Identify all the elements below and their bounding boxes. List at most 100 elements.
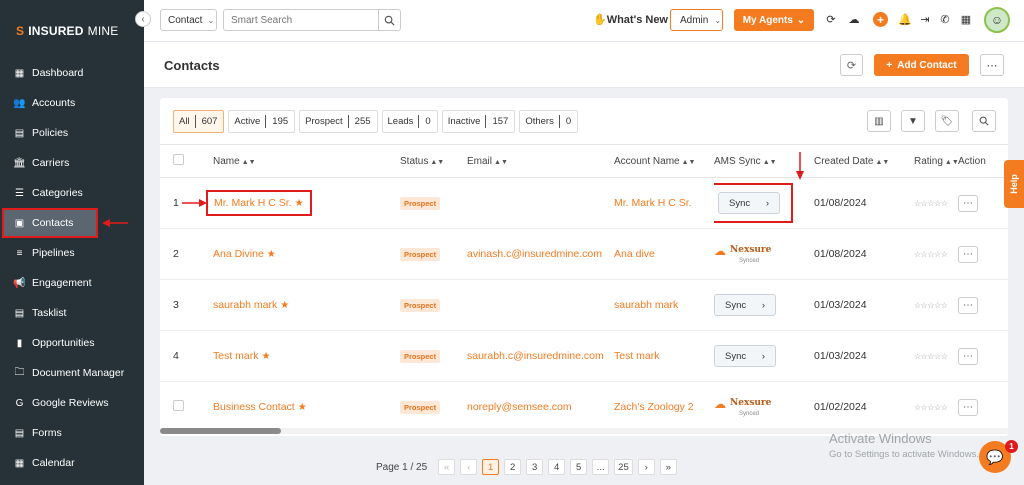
row-actions-button[interactable]: ⋯: [958, 296, 978, 314]
rating-stars[interactable]: ☆☆☆☆☆: [914, 199, 948, 208]
sidebar-item-dashboard[interactable]: ▦ Dashboard: [0, 58, 144, 88]
collapse-sidebar-button[interactable]: ‹: [135, 11, 151, 27]
filter-leads[interactable]: Leads 0: [381, 110, 438, 133]
account-name-link[interactable]: Ana dive: [614, 248, 655, 260]
page-ellipsis[interactable]: ...: [592, 459, 610, 475]
contact-name-link[interactable]: Mr. Mark H C Sr.: [214, 197, 292, 209]
logout-icon[interactable]: ⇥: [918, 13, 932, 26]
contact-name-link[interactable]: Ana Divine: [213, 248, 264, 260]
filter-all[interactable]: All 607: [173, 110, 225, 133]
star-icon[interactable]: ★: [262, 351, 271, 362]
row-actions-button[interactable]: ⋯: [958, 194, 978, 212]
sidebar-item-tasklist[interactable]: ▤ Tasklist: [0, 298, 144, 328]
table-row[interactable]: 1 Mr. Mark H C Sr. ★ Prospect Mr. Mark H C S…: [160, 177, 1008, 229]
page-button-2[interactable]: 2: [504, 459, 522, 475]
page-button-5[interactable]: 5: [570, 459, 588, 475]
sidebar-item-accounts[interactable]: 👥 Accounts: [0, 88, 144, 118]
scrollbar-thumb[interactable]: [160, 428, 281, 434]
quick-add-icon[interactable]: +: [873, 12, 888, 27]
sync-button[interactable]: Sync ›: [718, 192, 780, 214]
page-button-1[interactable]: 1: [482, 459, 500, 475]
email-column-header[interactable]: Email ▲▼: [467, 144, 614, 178]
page-button-3[interactable]: 3: [526, 459, 544, 475]
refresh-icon[interactable]: ⟳: [824, 13, 838, 26]
role-select[interactable]: Admin ⌄: [670, 9, 723, 31]
sidebar-item-categories[interactable]: ☰ Categories: [0, 178, 144, 208]
row-actions-button[interactable]: ⋯: [958, 347, 978, 365]
phone-icon[interactable]: ✆: [938, 13, 952, 26]
rating-stars[interactable]: ☆☆☆☆☆: [914, 301, 948, 310]
contact-name-link[interactable]: saurabh mark: [213, 299, 277, 311]
sidebar-item-opportunities[interactable]: ▮ Opportunities: [0, 328, 144, 358]
filter-prospect[interactable]: Prospect 255: [299, 110, 378, 133]
table-row[interactable]: 3 saurabh mark ★ Prospect saurabh mark Sync › 0…: [160, 279, 1008, 331]
rating-stars[interactable]: ☆☆☆☆☆: [914, 403, 948, 412]
star-icon[interactable]: ★: [280, 300, 289, 311]
star-icon[interactable]: ★: [298, 402, 307, 413]
first-page-button[interactable]: «: [438, 459, 456, 475]
more-options-button[interactable]: ⋯: [980, 54, 1004, 76]
account-name-link[interactable]: saurabh mark: [614, 299, 678, 311]
calculator-icon[interactable]: ▦: [959, 13, 973, 26]
page-button-25[interactable]: 25: [614, 459, 633, 475]
bell-icon[interactable]: 🔔: [898, 13, 912, 26]
refresh-list-button[interactable]: ⟳: [840, 54, 863, 76]
sidebar-item-engagement[interactable]: 📢 Engagement: [0, 268, 144, 298]
contact-name-link[interactable]: Business Contact: [213, 401, 295, 413]
rating-column-header[interactable]: Rating ▲▼: [914, 144, 959, 178]
email-link[interactable]: noreply@semsee.com: [467, 401, 572, 413]
sidebar-item-carriers[interactable]: 🏛 Carriers: [0, 148, 144, 178]
row-actions-button[interactable]: ⋯: [958, 398, 978, 416]
sidebar-item-forms[interactable]: ▤ Forms: [0, 418, 144, 448]
my-agents-button[interactable]: My Agents ⌄: [734, 9, 814, 31]
select-all-checkbox[interactable]: [173, 154, 184, 165]
created-date-column-header[interactable]: Created Date ▲▼: [814, 144, 914, 178]
account-name-link[interactable]: Mr. Mark H C Sr.: [614, 197, 692, 209]
help-tab[interactable]: Help: [1004, 160, 1024, 208]
sidebar-item-calendar[interactable]: ▦ Calendar: [0, 448, 144, 478]
ams-sync-column-header[interactable]: AMS Sync ▲▼: [714, 144, 814, 178]
sidebar-item-policies[interactable]: ▤ Policies: [0, 118, 144, 148]
star-icon[interactable]: ★: [295, 198, 304, 209]
row-actions-button[interactable]: ⋯: [958, 245, 978, 263]
sync-button[interactable]: Sync ›: [714, 294, 776, 316]
row-checkbox[interactable]: [173, 400, 184, 411]
filter-active[interactable]: Active 195: [228, 110, 296, 133]
table-row[interactable]: 2 Ana Divine ★ Prospect avinash.c@insuredmin…: [160, 228, 1008, 280]
star-icon[interactable]: ★: [267, 249, 276, 260]
filter-inactive[interactable]: Inactive 157: [441, 110, 516, 133]
name-column-header[interactable]: Name ▲▼: [200, 144, 387, 178]
table-row[interactable]: Business Contact ★ Prospect noreply@semsee.…: [160, 381, 1008, 433]
email-link[interactable]: avinash.c@insuredmine.com: [467, 248, 602, 260]
search-icon[interactable]: [972, 110, 996, 132]
prev-page-button[interactable]: ‹: [460, 459, 478, 475]
columns-icon[interactable]: ▥: [867, 110, 891, 132]
table-row[interactable]: 4 Test mark ★ Prospect saurabh.c@insuredmine…: [160, 330, 1008, 382]
whats-new-link[interactable]: ✋What's New: [593, 13, 668, 26]
smart-search-input[interactable]: [223, 9, 378, 31]
rating-stars[interactable]: ☆☆☆☆☆: [914, 352, 948, 361]
sync-button[interactable]: Sync ›: [714, 345, 776, 367]
brand-logo[interactable]: S INSURED MINE: [16, 24, 118, 38]
account-name-link[interactable]: Zach's Zoology 2: [614, 401, 694, 413]
next-page-button[interactable]: ›: [637, 459, 655, 475]
search-scope-select[interactable]: Contact ⌄: [160, 9, 217, 31]
status-column-header[interactable]: Status ▲▼: [387, 144, 467, 178]
sidebar-item-google-reviews[interactable]: G Google Reviews: [0, 388, 144, 418]
email-link[interactable]: saurabh.c@insuredmine.com: [467, 350, 604, 362]
sidebar-item-pipelines[interactable]: ≡ Pipelines: [0, 238, 144, 268]
cloud-sync-icon[interactable]: ☁: [847, 13, 861, 26]
filter-others[interactable]: Others 0: [519, 110, 579, 133]
tag-icon[interactable]: 🏷: [935, 110, 959, 132]
add-contact-button[interactable]: + Add Contact: [874, 54, 969, 76]
account-column-header[interactable]: Account Name ▲▼: [614, 144, 714, 178]
sidebar-item-document-manager[interactable]: 🗀 Document Manager: [0, 358, 144, 388]
user-avatar[interactable]: ☺: [984, 7, 1010, 33]
sidebar-item-contacts[interactable]: ▣ Contacts: [2, 208, 98, 238]
contact-name-link[interactable]: Test mark: [213, 350, 259, 362]
account-name-link[interactable]: Test mark: [614, 350, 660, 362]
page-button-4[interactable]: 4: [548, 459, 566, 475]
last-page-button[interactable]: »: [659, 459, 677, 475]
filter-icon[interactable]: ▼: [901, 110, 925, 132]
rating-stars[interactable]: ☆☆☆☆☆: [914, 250, 948, 259]
